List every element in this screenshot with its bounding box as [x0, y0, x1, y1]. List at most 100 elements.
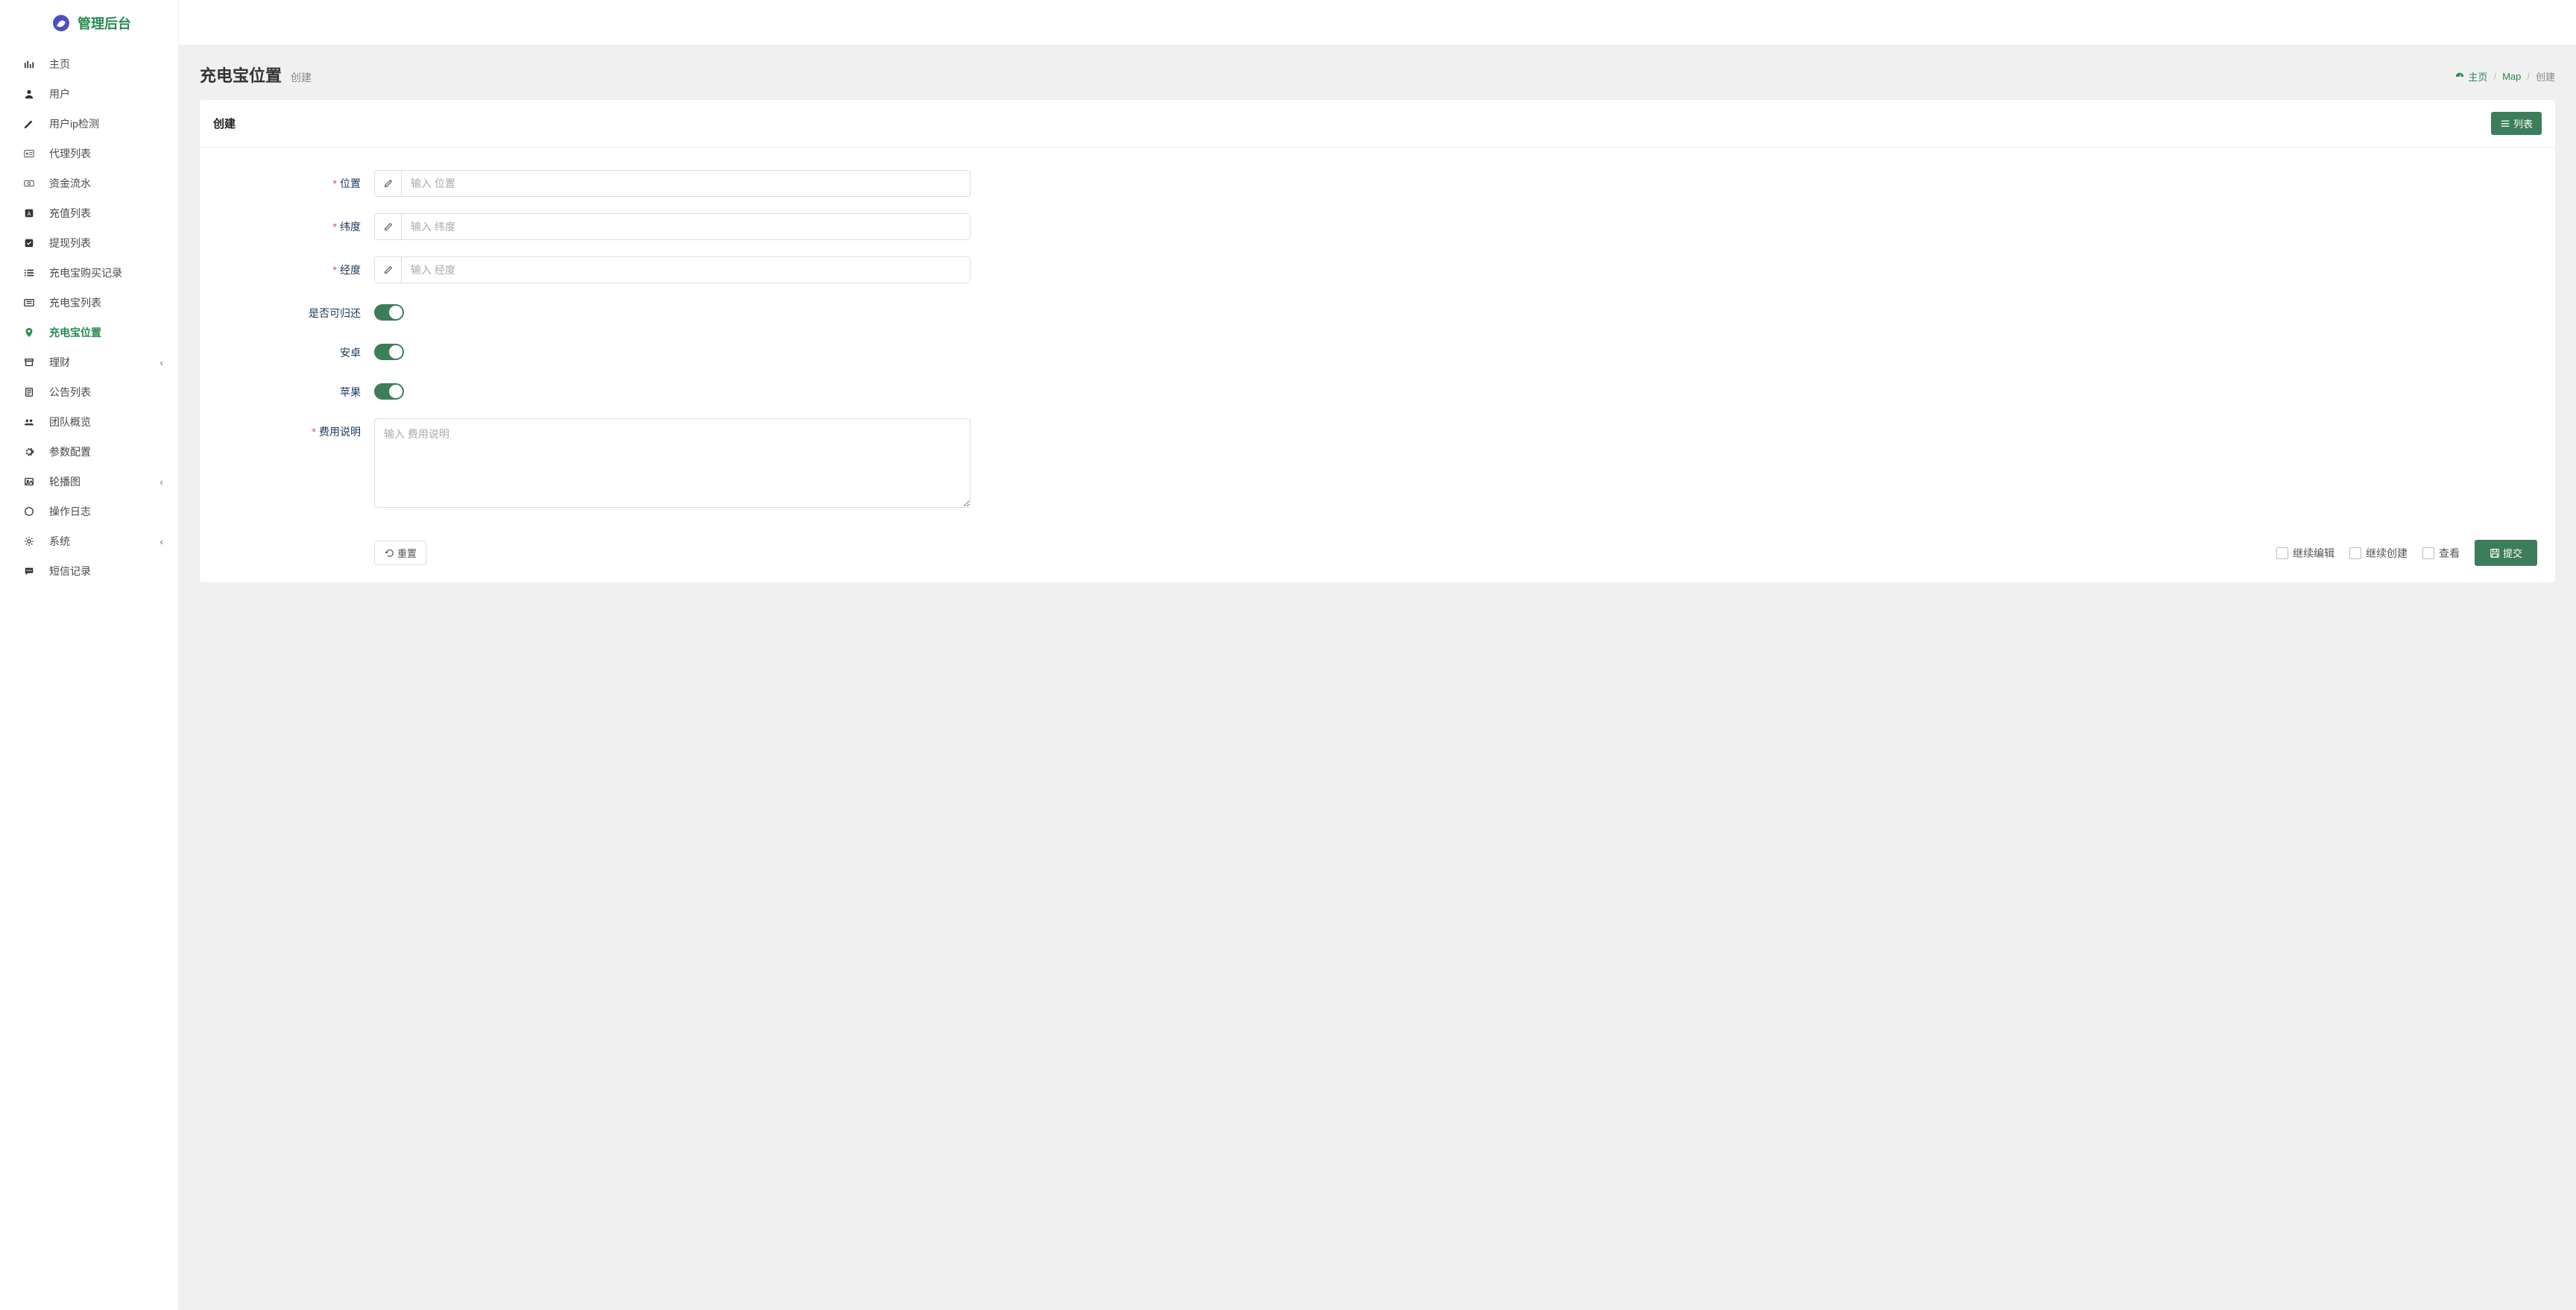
reset-button[interactable]: 重置	[374, 541, 426, 565]
sidebar-item-logs[interactable]: 操作日志	[0, 497, 178, 526]
chevron-left-icon: ‹	[160, 476, 163, 488]
fee-desc-textarea[interactable]	[374, 418, 970, 508]
sidebar-item-params[interactable]: 参数配置	[0, 437, 178, 467]
sidebar-item-label: 充电宝位置	[49, 325, 101, 340]
pin-icon	[22, 326, 36, 339]
sidebar-item-label: 用户ip检测	[49, 116, 99, 131]
brand-logo-icon	[52, 14, 70, 32]
continue-create-checkbox[interactable]: 继续创建	[2349, 546, 2408, 561]
sidebar-item-label: 主页	[49, 57, 70, 72]
sidebar-item-system[interactable]: 系统 ‹	[0, 526, 178, 556]
sidebar-item-label: 公告列表	[49, 385, 91, 400]
image-icon	[22, 475, 36, 488]
chevron-left-icon: ‹	[160, 356, 163, 368]
sidebar-item-sms[interactable]: 短信记录	[0, 556, 178, 586]
label-latitude: *纬度	[218, 213, 374, 234]
circle-icon	[22, 505, 36, 518]
continue-create-label: 继续创建	[2366, 546, 2408, 561]
location-input[interactable]	[402, 171, 970, 196]
sidebar-item-powerbank-list[interactable]: 充电宝列表	[0, 288, 178, 318]
reset-button-label: 重置	[397, 546, 417, 560]
sidebar-item-label: 充电宝列表	[49, 295, 101, 310]
form-row-fee-desc: *费用说明	[218, 418, 2537, 510]
pen-icon	[22, 117, 36, 130]
svg-text:A: A	[27, 211, 31, 218]
view-checkbox[interactable]: 查看	[2422, 546, 2460, 561]
breadcrumb-home-label: 主页	[2468, 69, 2487, 84]
sidebar-item-recharge[interactable]: A 充值列表	[0, 198, 178, 228]
group-icon	[22, 415, 36, 429]
list-icon	[22, 266, 36, 280]
continue-edit-label: 继续编辑	[2293, 546, 2334, 561]
view-label: 查看	[2439, 546, 2460, 561]
sidebar-item-withdraw[interactable]: 提现列表	[0, 228, 178, 258]
list2-icon	[22, 296, 36, 309]
sidebar-item-label: 用户	[49, 86, 70, 101]
breadcrumb: 主页 / Map / 创建	[2455, 69, 2555, 84]
sidebar-item-agents[interactable]: 代理列表	[0, 139, 178, 169]
id-icon	[22, 147, 36, 160]
input-group-latitude	[374, 213, 970, 240]
sidebar-item-label: 短信记录	[49, 564, 91, 579]
cog-icon	[22, 535, 36, 548]
longitude-input[interactable]	[402, 257, 970, 283]
android-toggle[interactable]	[374, 344, 404, 360]
page-header: 充电宝位置 创建 主页 / Map / 创建	[200, 63, 2555, 86]
sidebar-item-label: 操作日志	[49, 504, 91, 519]
list-button[interactable]: 列表	[2491, 112, 2542, 135]
form-body: *位置 *纬度	[200, 148, 2555, 531]
sidebar-item-purchase-records[interactable]: 充电宝购买记录	[0, 258, 178, 288]
brand-title: 管理后台	[78, 13, 131, 33]
sidebar-item-powerbank-location[interactable]: 充电宝位置	[0, 318, 178, 347]
sidebar-nav: 主页 用户 用户ip检测 代理列表 资金流水 A 充值列表	[0, 46, 178, 589]
sidebar-item-label: 理财	[49, 355, 70, 370]
latitude-input[interactable]	[402, 214, 970, 239]
returnable-toggle[interactable]	[374, 304, 404, 321]
card-title: 创建	[213, 116, 236, 131]
sidebar-item-funds[interactable]: 资金流水	[0, 169, 178, 198]
square-a-icon: A	[22, 207, 36, 220]
label-returnable: 是否可归还	[218, 300, 374, 321]
submit-button-label: 提交	[2503, 546, 2522, 560]
input-group-longitude	[374, 256, 970, 283]
checkbox-icon	[2349, 547, 2361, 559]
submit-button[interactable]: 提交	[2475, 540, 2537, 566]
breadcrumb-sep: /	[2527, 71, 2530, 82]
archive-icon	[22, 356, 36, 369]
page-title: 充电宝位置	[200, 63, 282, 86]
sidebar-item-label: 轮播图	[49, 474, 80, 489]
save-icon	[2490, 548, 2500, 558]
sidebar-item-label: 提现列表	[49, 236, 91, 251]
apple-toggle[interactable]	[374, 383, 404, 400]
sidebar-item-announcements[interactable]: 公告列表	[0, 377, 178, 407]
sidebar-item-users[interactable]: 用户	[0, 79, 178, 109]
input-group-location	[374, 170, 970, 197]
doc-icon	[22, 385, 36, 399]
main: 充电宝位置 创建 主页 / Map / 创建 创建	[179, 0, 2576, 1310]
sidebar-item-carousel[interactable]: 轮播图 ‹	[0, 467, 178, 497]
page-title-group: 充电宝位置 创建	[200, 63, 312, 86]
label-location: *位置	[218, 170, 374, 191]
sidebar-item-label: 充值列表	[49, 206, 91, 221]
form-row-location: *位置	[218, 170, 2537, 197]
label-longitude: *经度	[218, 256, 374, 277]
gear-icon	[22, 445, 36, 459]
sidebar-item-team[interactable]: 团队概览	[0, 407, 178, 437]
form-row-apple: 苹果	[218, 379, 2537, 402]
sidebar-item-label: 参数配置	[49, 444, 91, 459]
breadcrumb-map[interactable]: Map	[2502, 71, 2521, 82]
page-subtitle: 创建	[291, 70, 312, 85]
form-row-android: 安卓	[218, 339, 2537, 362]
card-header: 创建 列表	[200, 100, 2555, 148]
app-layout: 管理后台 主页 用户 用户ip检测 代理列表 资金流水	[0, 0, 2576, 1310]
label-fee-desc: *费用说明	[218, 418, 374, 439]
chevron-left-icon: ‹	[160, 535, 163, 547]
sidebar-item-finance[interactable]: 理财 ‹	[0, 347, 178, 377]
checkbox-icon	[2422, 547, 2434, 559]
breadcrumb-home[interactable]: 主页	[2455, 69, 2487, 84]
continue-edit-checkbox[interactable]: 继续编辑	[2276, 546, 2334, 561]
sidebar-item-home[interactable]: 主页	[0, 49, 178, 79]
user-icon	[22, 87, 36, 101]
breadcrumb-current: 创建	[2536, 69, 2555, 84]
sidebar-item-ip-detect[interactable]: 用户ip检测	[0, 109, 178, 139]
